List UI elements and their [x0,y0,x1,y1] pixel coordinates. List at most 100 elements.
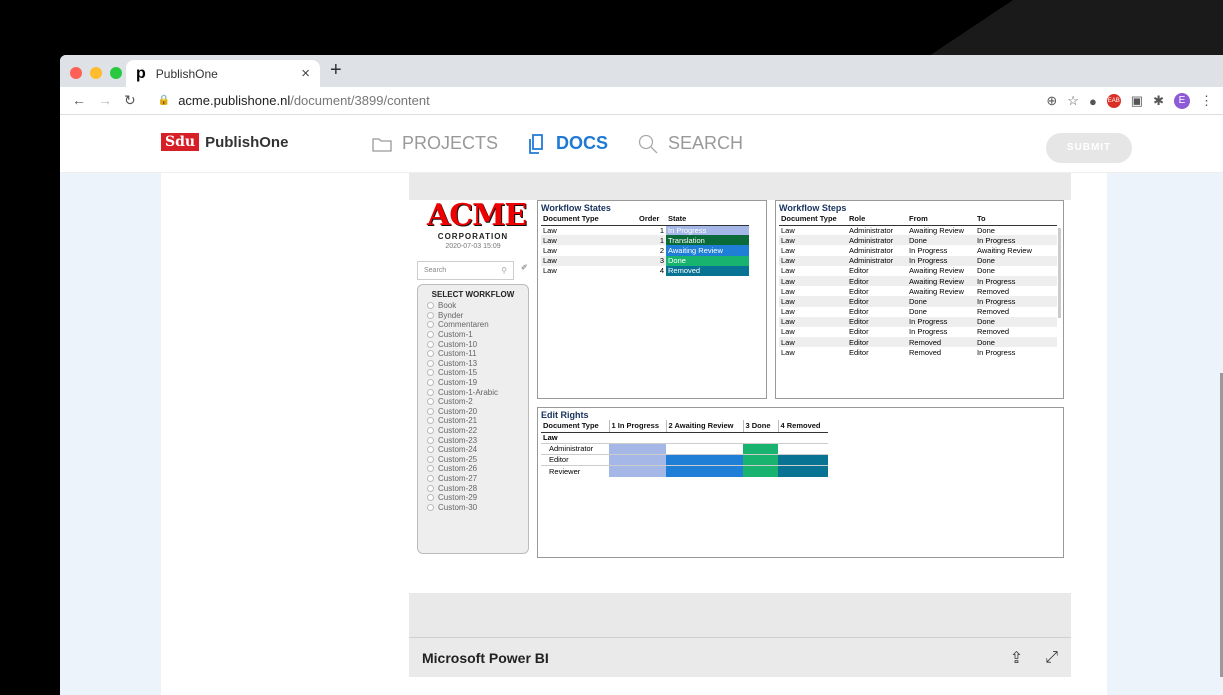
workflow-option-label: Custom-2 [438,397,473,407]
cell-from: In Progress [907,255,975,266]
workflow-option[interactable]: Custom-21 [418,416,528,426]
nav-docs[interactable]: DOCS [528,133,608,154]
url-field[interactable]: 🔒 acme.publishone.nl/document/3899/conte… [158,93,430,108]
table-row: Law Administrator In Progress Awaiting Revi… [779,245,1057,255]
more-menu-icon[interactable]: ⋮ [1200,93,1213,109]
col-in-progress[interactable]: 1 In Progress [609,420,667,433]
forward-icon[interactable]: → [98,92,112,109]
radio-icon[interactable] [427,494,434,502]
cell-role: Administrator [847,235,907,246]
workflow-option[interactable]: Custom-27 [418,474,528,484]
workflow-option[interactable]: Custom-2 [418,397,528,407]
radio-icon[interactable] [427,350,434,358]
maximize-window-button[interactable] [110,67,122,79]
workflow-option[interactable]: Custom-22 [418,426,528,436]
workflow-search-input[interactable]: Search ⚲ [417,261,514,280]
col-awaiting-review[interactable]: 2 Awaiting Review [666,420,744,433]
col-to[interactable]: To [975,213,1057,226]
workflow-option[interactable]: Custom-10 [418,339,528,349]
radio-icon[interactable] [427,465,434,473]
rights-cell [778,453,828,466]
cell-type: Law [781,286,795,296]
workflow-option[interactable]: Custom-26 [418,464,528,474]
radio-icon[interactable] [427,417,434,425]
profile-avatar[interactable]: E [1174,93,1190,109]
col-document-type[interactable]: Document Type [541,420,610,433]
workflow-option[interactable]: Custom-19 [418,378,528,388]
cell-to: In Progress [975,296,1057,307]
rights-cell [743,453,778,466]
radio-icon[interactable] [427,436,434,444]
col-from[interactable]: From [907,213,975,226]
g-extension-icon[interactable]: ▣ [1131,93,1143,109]
browser-tab[interactable]: p PublishOne × [126,60,320,87]
radio-icon[interactable] [427,407,434,415]
radio-icon[interactable] [427,321,434,329]
eraser-icon[interactable]: ✐ [521,263,528,272]
brand-name: PublishOne [205,133,289,151]
col-document-type[interactable]: Document Type [779,213,847,226]
workflow-option[interactable]: Custom-30 [418,502,528,512]
back-icon[interactable]: ← [72,92,86,109]
radio-icon[interactable] [427,484,434,492]
cell-document-type: Law [543,225,557,235]
radio-icon[interactable] [427,446,434,454]
workflow-option-label: Bynder [438,310,464,320]
reload-icon[interactable]: ↻ [124,92,136,109]
workflow-option[interactable]: Custom-29 [418,493,528,503]
cell-to: Done [977,225,995,235]
radio-icon[interactable] [427,474,434,482]
workflow-option[interactable]: Bynder [418,311,528,321]
cell-to: Removed [977,286,1010,296]
workflow-option[interactable]: Custom-1 [418,330,528,340]
workflow-option[interactable]: Custom-1-Arabic [418,387,528,397]
bookmark-star-icon[interactable]: ☆ [1067,93,1079,109]
radio-icon[interactable] [427,379,434,387]
zoom-icon[interactable]: ⊕ [1046,93,1057,109]
share-icon[interactable]: ⇪ [1010,648,1023,668]
workflow-option[interactable]: Custom-23 [418,435,528,445]
close-window-button[interactable] [70,67,82,79]
workflow-option[interactable]: Book [418,301,528,311]
workflow-option[interactable]: Custom-20 [418,407,528,417]
red-extension-icon[interactable]: EAB [1106,94,1121,108]
cell-from: Awaiting Review [909,225,964,235]
nav-search[interactable]: SEARCH [638,133,743,154]
submit-button[interactable]: SUBMIT [1046,133,1132,163]
workflow-option[interactable]: Custom-11 [418,349,528,359]
radio-icon[interactable] [427,311,434,319]
workflow-option[interactable]: Custom-24 [418,445,528,455]
radio-icon[interactable] [427,340,434,348]
col-done[interactable]: 3 Done [743,420,779,433]
new-tab-button[interactable]: + [330,59,342,82]
puzzle-extensions-icon[interactable]: ✱ [1153,93,1164,109]
close-tab-icon[interactable]: × [301,65,310,82]
workflow-option[interactable]: Commentaren [418,320,528,330]
workflow-option[interactable]: Custom-15 [418,368,528,378]
radio-icon[interactable] [427,331,434,339]
radio-icon[interactable] [427,369,434,377]
col-document-type[interactable]: Document Type [541,213,637,226]
address-bar: ← → ↻ 🔒 acme.publishone.nl/document/3899… [60,87,1223,115]
radio-icon[interactable] [427,455,434,463]
fullscreen-icon[interactable]: ⤢ [1045,649,1058,667]
radio-icon[interactable] [427,388,434,396]
steps-scrollbar[interactable] [1058,216,1061,384]
col-removed[interactable]: 4 Removed [778,420,828,433]
nav-projects[interactable]: PROJECTS [372,133,498,154]
workflow-option[interactable]: Custom-28 [418,483,528,493]
col-order[interactable]: Order [637,213,666,226]
col-role[interactable]: Role [847,213,907,226]
workflow-option[interactable]: Custom-25 [418,455,528,465]
radio-icon[interactable] [427,359,434,367]
col-state[interactable]: State [666,213,749,226]
radio-icon[interactable] [427,503,434,511]
publishone-logo[interactable]: Sdu PublishOne [161,133,288,151]
workflow-option[interactable]: Custom-13 [418,359,528,369]
minimize-window-button[interactable] [90,67,102,79]
radio-icon[interactable] [427,427,434,435]
rights-cell [609,453,666,466]
radio-icon[interactable] [427,302,434,310]
radio-icon[interactable] [427,398,434,406]
circle-extension-icon[interactable]: ● [1089,94,1097,109]
